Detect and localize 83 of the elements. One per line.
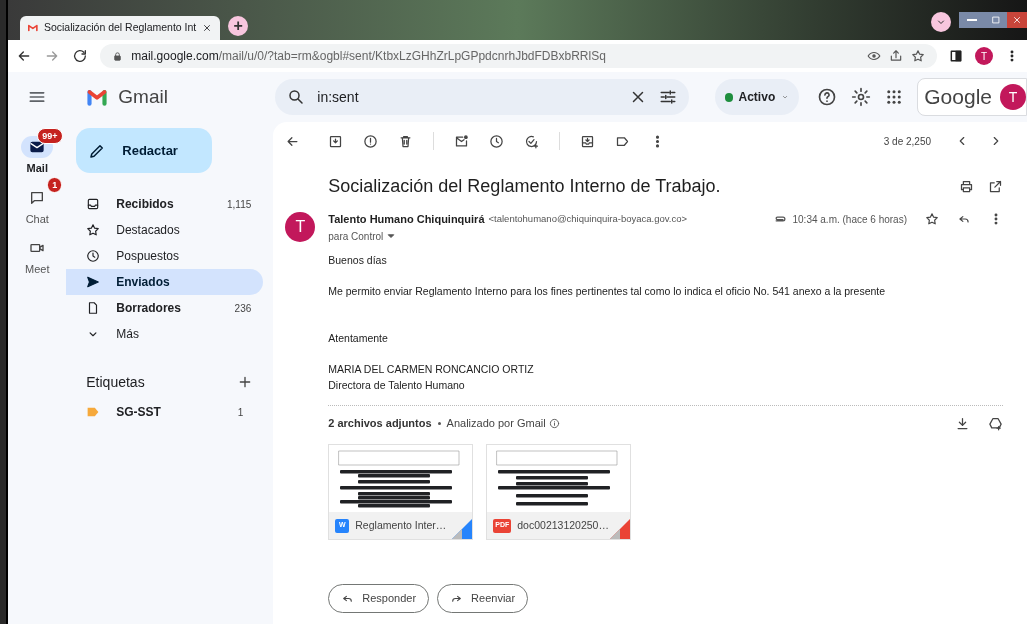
add-to-drive-icon[interactable] (988, 415, 1003, 431)
mail-icon (29, 139, 46, 155)
maximize-icon (991, 15, 1001, 25)
new-tab-button[interactable]: + (228, 16, 249, 36)
app-name: Gmail (118, 84, 168, 109)
search-text: in:sent (317, 87, 360, 107)
search-icon (287, 88, 306, 106)
status-button[interactable]: Activo (715, 79, 800, 115)
folder-item[interactable]: Recibidos 1,115 (66, 191, 264, 217)
url-text: mail.google.com/mail/u/0/?tab=rm&ogbl#sent/KtbxLzGHhZrLpGPpdcnrhJbdFDBxbRRlSq (131, 48, 607, 65)
rail-label: Meet (25, 262, 50, 277)
body-text: Me permito enviar Reglamento Interno para los fines pertinentes tal como lo indica el oficio No. 541 anexo a la presente (328, 284, 887, 299)
attachment-name: doc00213120250… (517, 517, 609, 533)
apps-icon[interactable] (885, 88, 904, 106)
sender-email: <talentohumano@chiquinquira-boyaca.gov.co> (488, 211, 689, 226)
notification-badge: 99+ (37, 128, 63, 144)
page-position: 3 de 2,250 (883, 134, 931, 149)
filter-options-icon[interactable] (659, 88, 678, 106)
attachments-title: 2 archivos adjuntos (328, 415, 432, 431)
folder-item[interactable]: Borradores 236 (66, 295, 264, 321)
sender-name: Talento Humano Chiquinquirá (328, 211, 485, 227)
rail-label: Mail (26, 161, 48, 176)
message-time: 10:34 a.m. (hace 6 horas) (792, 212, 907, 227)
folder-item[interactable]: Más (66, 321, 264, 347)
close-icon[interactable] (202, 23, 213, 33)
lock-icon (112, 50, 124, 62)
tab-title: Socialización del Reglamento Int (43, 20, 197, 36)
profile-avatar[interactable]: T (975, 47, 993, 65)
star-icon[interactable] (925, 212, 939, 226)
folder-count: 236 (234, 301, 252, 316)
report-icon[interactable] (363, 133, 379, 149)
close-button[interactable] (1007, 12, 1027, 28)
settings-icon[interactable] (851, 87, 872, 107)
attachment-name: Reglamento Inter… (355, 517, 447, 533)
sender-avatar: T (285, 212, 316, 242)
clock-icon[interactable] (489, 133, 505, 149)
brand-name: Google (924, 84, 992, 111)
star-icon[interactable] (911, 49, 925, 63)
minimize-button[interactable] (959, 12, 985, 28)
folder-item[interactable]: Destacados (66, 217, 264, 243)
clock-icon (86, 249, 101, 263)
send-icon (86, 275, 101, 289)
recipient-dropdown[interactable]: para Control (328, 230, 1003, 242)
star-icon (86, 223, 101, 237)
body-text: Directora de Talento Humano (328, 378, 466, 393)
add-task-icon[interactable] (524, 133, 540, 149)
tab-search-button[interactable] (931, 12, 951, 32)
mark-unread-icon[interactable] (454, 133, 470, 149)
side-panel-icon[interactable] (949, 49, 963, 63)
message-subject: Socialización del Reglamento Interno de Trabajo. (328, 174, 722, 198)
body-text: Atentamente (328, 331, 389, 346)
inbox-icon (86, 197, 101, 211)
info-icon[interactable] (548, 417, 560, 429)
account-avatar[interactable]: T (1000, 84, 1026, 110)
chat-icon (29, 189, 46, 206)
search-field[interactable]: in:sent (275, 79, 690, 115)
browser-tab[interactable]: Socialización del Reglamento Int (20, 16, 221, 40)
archive-icon[interactable] (328, 133, 344, 149)
open-new-window-icon[interactable] (988, 178, 1003, 194)
gmail-logo-icon (28, 23, 38, 33)
move-icon[interactable] (580, 133, 596, 149)
body-text: Buenos días (328, 253, 388, 268)
close-icon (1012, 15, 1022, 25)
scan-note: Analizado por Gmail (446, 415, 546, 431)
label-item[interactable]: SG-SST 1 (66, 399, 264, 425)
notification-badge: 1 (47, 176, 63, 193)
minimize-icon (967, 19, 977, 21)
folder-item[interactable]: Pospuestos (66, 243, 264, 269)
share-icon[interactable] (889, 49, 903, 63)
print-icon[interactable] (959, 178, 974, 194)
compose-button[interactable]: Redactar (76, 128, 213, 173)
eye-icon[interactable] (867, 49, 881, 63)
section-heading: Etiquetas (86, 372, 145, 392)
body-text: MARIA DEL CARMEN RONCANCIO ORTIZ (328, 362, 535, 377)
rail-label: Chat (25, 211, 49, 227)
help-icon[interactable] (817, 87, 838, 107)
address-bar[interactable]: mail.google.com/mail/u/0/?tab=rm&ogbl#sent/KtbxLzGHhZrLpGPpdcnrhJbdFDBxbRRlSq (100, 44, 937, 68)
folder-count: 1,115 (227, 197, 252, 212)
account-box[interactable]: Google T (917, 78, 1027, 116)
label-count: 1 (237, 405, 244, 420)
folder-item[interactable]: Enviados (66, 269, 264, 295)
reload-icon[interactable] (72, 48, 89, 64)
download-all-icon[interactable] (955, 415, 970, 431)
